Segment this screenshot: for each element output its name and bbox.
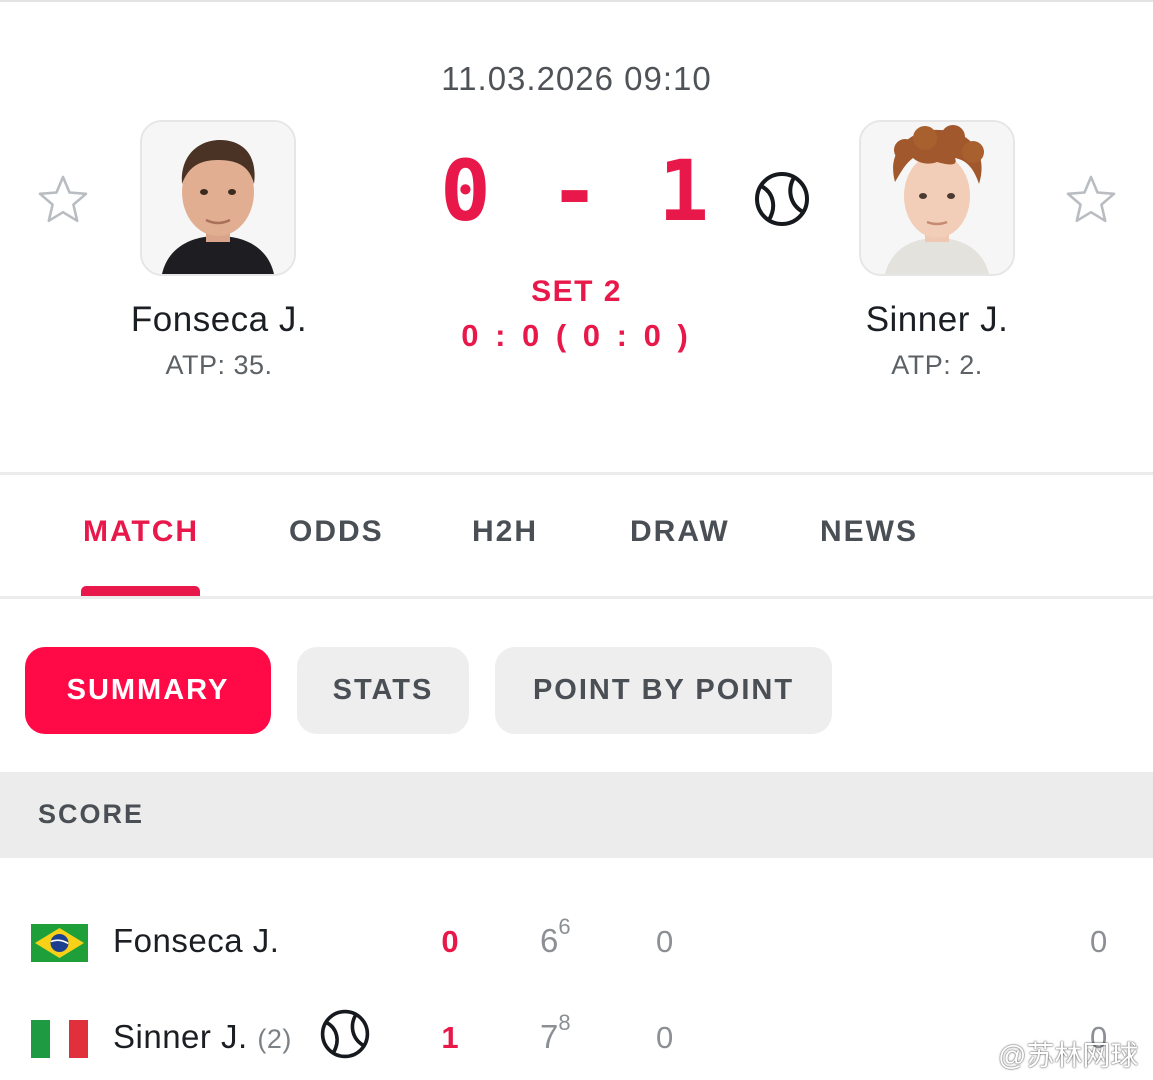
- main-tabs: MATCH ODDS H2H DRAW NEWS: [0, 475, 1153, 596]
- player-avatar-sinner[interactable]: [859, 120, 1015, 276]
- score-row-set2-fonseca: 0: [656, 924, 674, 959]
- set1-tiebreak: 8: [558, 1010, 571, 1035]
- tennis-ball-icon: [753, 170, 811, 228]
- score-row-total-fonseca: 0: [441, 924, 459, 959]
- subtab-point-by-point[interactable]: POINT BY POINT: [495, 647, 832, 734]
- set1-tiebreak: 6: [558, 914, 571, 939]
- weibo-logo-icon: [951, 1041, 991, 1070]
- tab-match[interactable]: MATCH: [83, 515, 199, 549]
- subtab-summary[interactable]: SUMMARY: [25, 647, 271, 734]
- score-row-total-sinner: 1: [441, 1020, 459, 1055]
- favorite-star-icon-left[interactable]: [35, 172, 91, 228]
- tab-draw[interactable]: DRAW: [630, 515, 730, 549]
- watermark: @苏林网球: [950, 1036, 1138, 1072]
- seed-badge: (2): [257, 1024, 292, 1054]
- subtab-stats[interactable]: STATS: [297, 647, 469, 734]
- match-datetime: 11.03.2026 09:10: [441, 60, 712, 97]
- tab-news[interactable]: NEWS: [820, 515, 918, 549]
- player-avatar-fonseca[interactable]: [140, 120, 296, 276]
- watermark-text: @苏林网球: [998, 1040, 1139, 1071]
- player-name-left[interactable]: Fonseca J.: [69, 300, 369, 340]
- score-row-name-fonseca[interactable]: Fonseca J.: [113, 922, 279, 960]
- italy-flag-icon: [31, 1020, 88, 1058]
- tab-h2h[interactable]: H2H: [472, 515, 538, 549]
- tab-odds[interactable]: ODDS: [289, 515, 384, 549]
- active-tab-indicator: [81, 586, 200, 596]
- score-row-points-fonseca: 0: [1090, 924, 1108, 959]
- player-name-right[interactable]: Sinner J.: [787, 300, 1087, 340]
- favorite-star-icon-right[interactable]: [1063, 172, 1119, 228]
- brazil-flag-icon: [31, 924, 88, 962]
- player-rank-right: ATP: 2.: [891, 350, 983, 380]
- set1-games: 7: [540, 1018, 559, 1055]
- score-section-title: SCORE: [38, 799, 145, 829]
- match-score: 0 - 1: [440, 142, 713, 240]
- score-row-name-text: Fonseca J.: [113, 922, 280, 959]
- set1-games: 6: [540, 922, 559, 959]
- score-row-name-sinner[interactable]: Sinner J. (2): [113, 1018, 292, 1056]
- score-row-set1-sinner: 78: [540, 1010, 571, 1056]
- player-rank-left: ATP: 35.: [165, 350, 273, 380]
- score-row-name-text: Sinner J.: [113, 1018, 248, 1055]
- tennis-ball-icon: [319, 1008, 371, 1060]
- score-row-set1-fonseca: 66: [540, 914, 571, 960]
- match-header: 11.03.2026 09:10 Fonseca J. ATP: 35. 0 -…: [0, 0, 1153, 472]
- score-row-set2-sinner: 0: [656, 1020, 674, 1055]
- tabs-divider: [0, 596, 1153, 599]
- current-set-label: SET 2: [531, 275, 622, 308]
- current-set-score: 0 : 0 ( 0 : 0 ): [461, 318, 692, 353]
- score-section-header: SCORE: [0, 772, 1153, 858]
